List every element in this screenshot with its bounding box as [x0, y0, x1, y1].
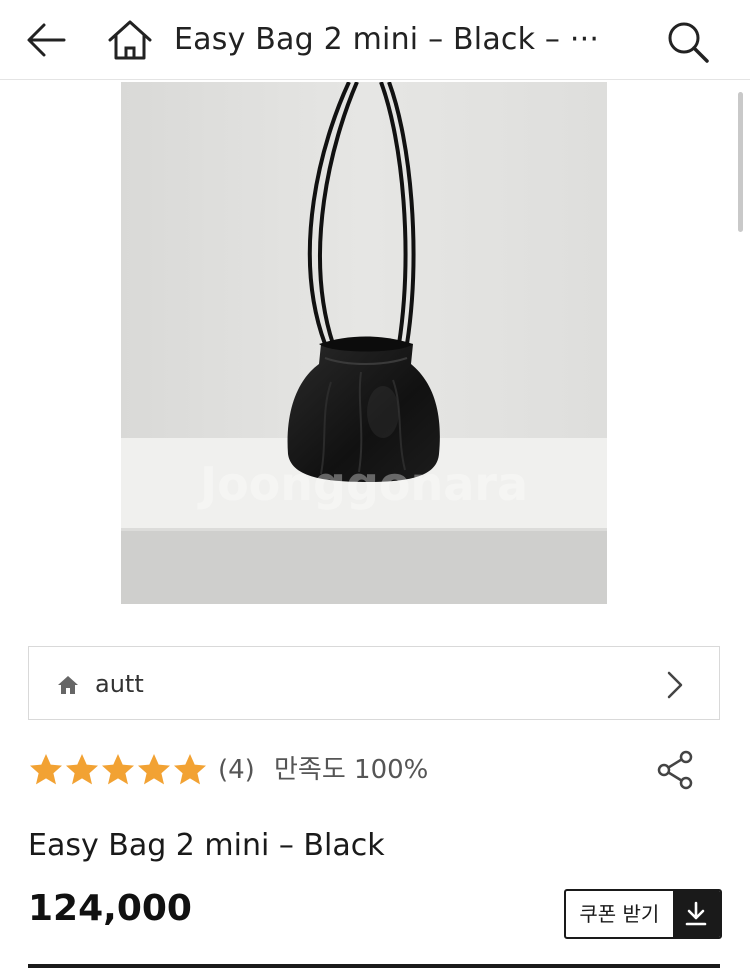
back-arrow-icon[interactable] [24, 20, 68, 60]
search-icon[interactable] [664, 18, 712, 64]
home-icon[interactable] [106, 18, 154, 62]
satisfaction-rate: 만족도 100% [274, 755, 429, 785]
scrollbar[interactable] [738, 92, 743, 232]
divider [28, 964, 720, 968]
product-image[interactable]: Joonggonara [121, 82, 607, 604]
star-icon [174, 754, 206, 785]
product-name: Easy Bag 2 mini – Black [28, 828, 385, 863]
star-rating[interactable] [28, 752, 208, 788]
coupon-label: 쿠폰 받기 [579, 902, 660, 926]
download-icon [672, 891, 720, 937]
rating-row: (4) 만족도 100% [28, 748, 720, 792]
star-icon [138, 754, 170, 785]
watermark: Joonggonara [197, 457, 528, 511]
star-icon [30, 754, 62, 785]
product-price: 124,000 [28, 888, 192, 929]
star-icon [102, 754, 134, 785]
store-name: autt [95, 670, 144, 698]
store-link[interactable]: autt [28, 646, 720, 720]
page-title: Easy Bag 2 mini – Black – ··· [174, 22, 600, 57]
home-icon [57, 675, 79, 695]
star-icon [66, 754, 98, 785]
top-bar: Easy Bag 2 mini – Black – ··· [0, 0, 750, 80]
share-icon[interactable] [654, 748, 698, 792]
review-count[interactable]: (4) [218, 752, 255, 788]
chevron-right-icon [665, 671, 685, 699]
get-coupon-button[interactable]: 쿠폰 받기 [564, 889, 722, 939]
